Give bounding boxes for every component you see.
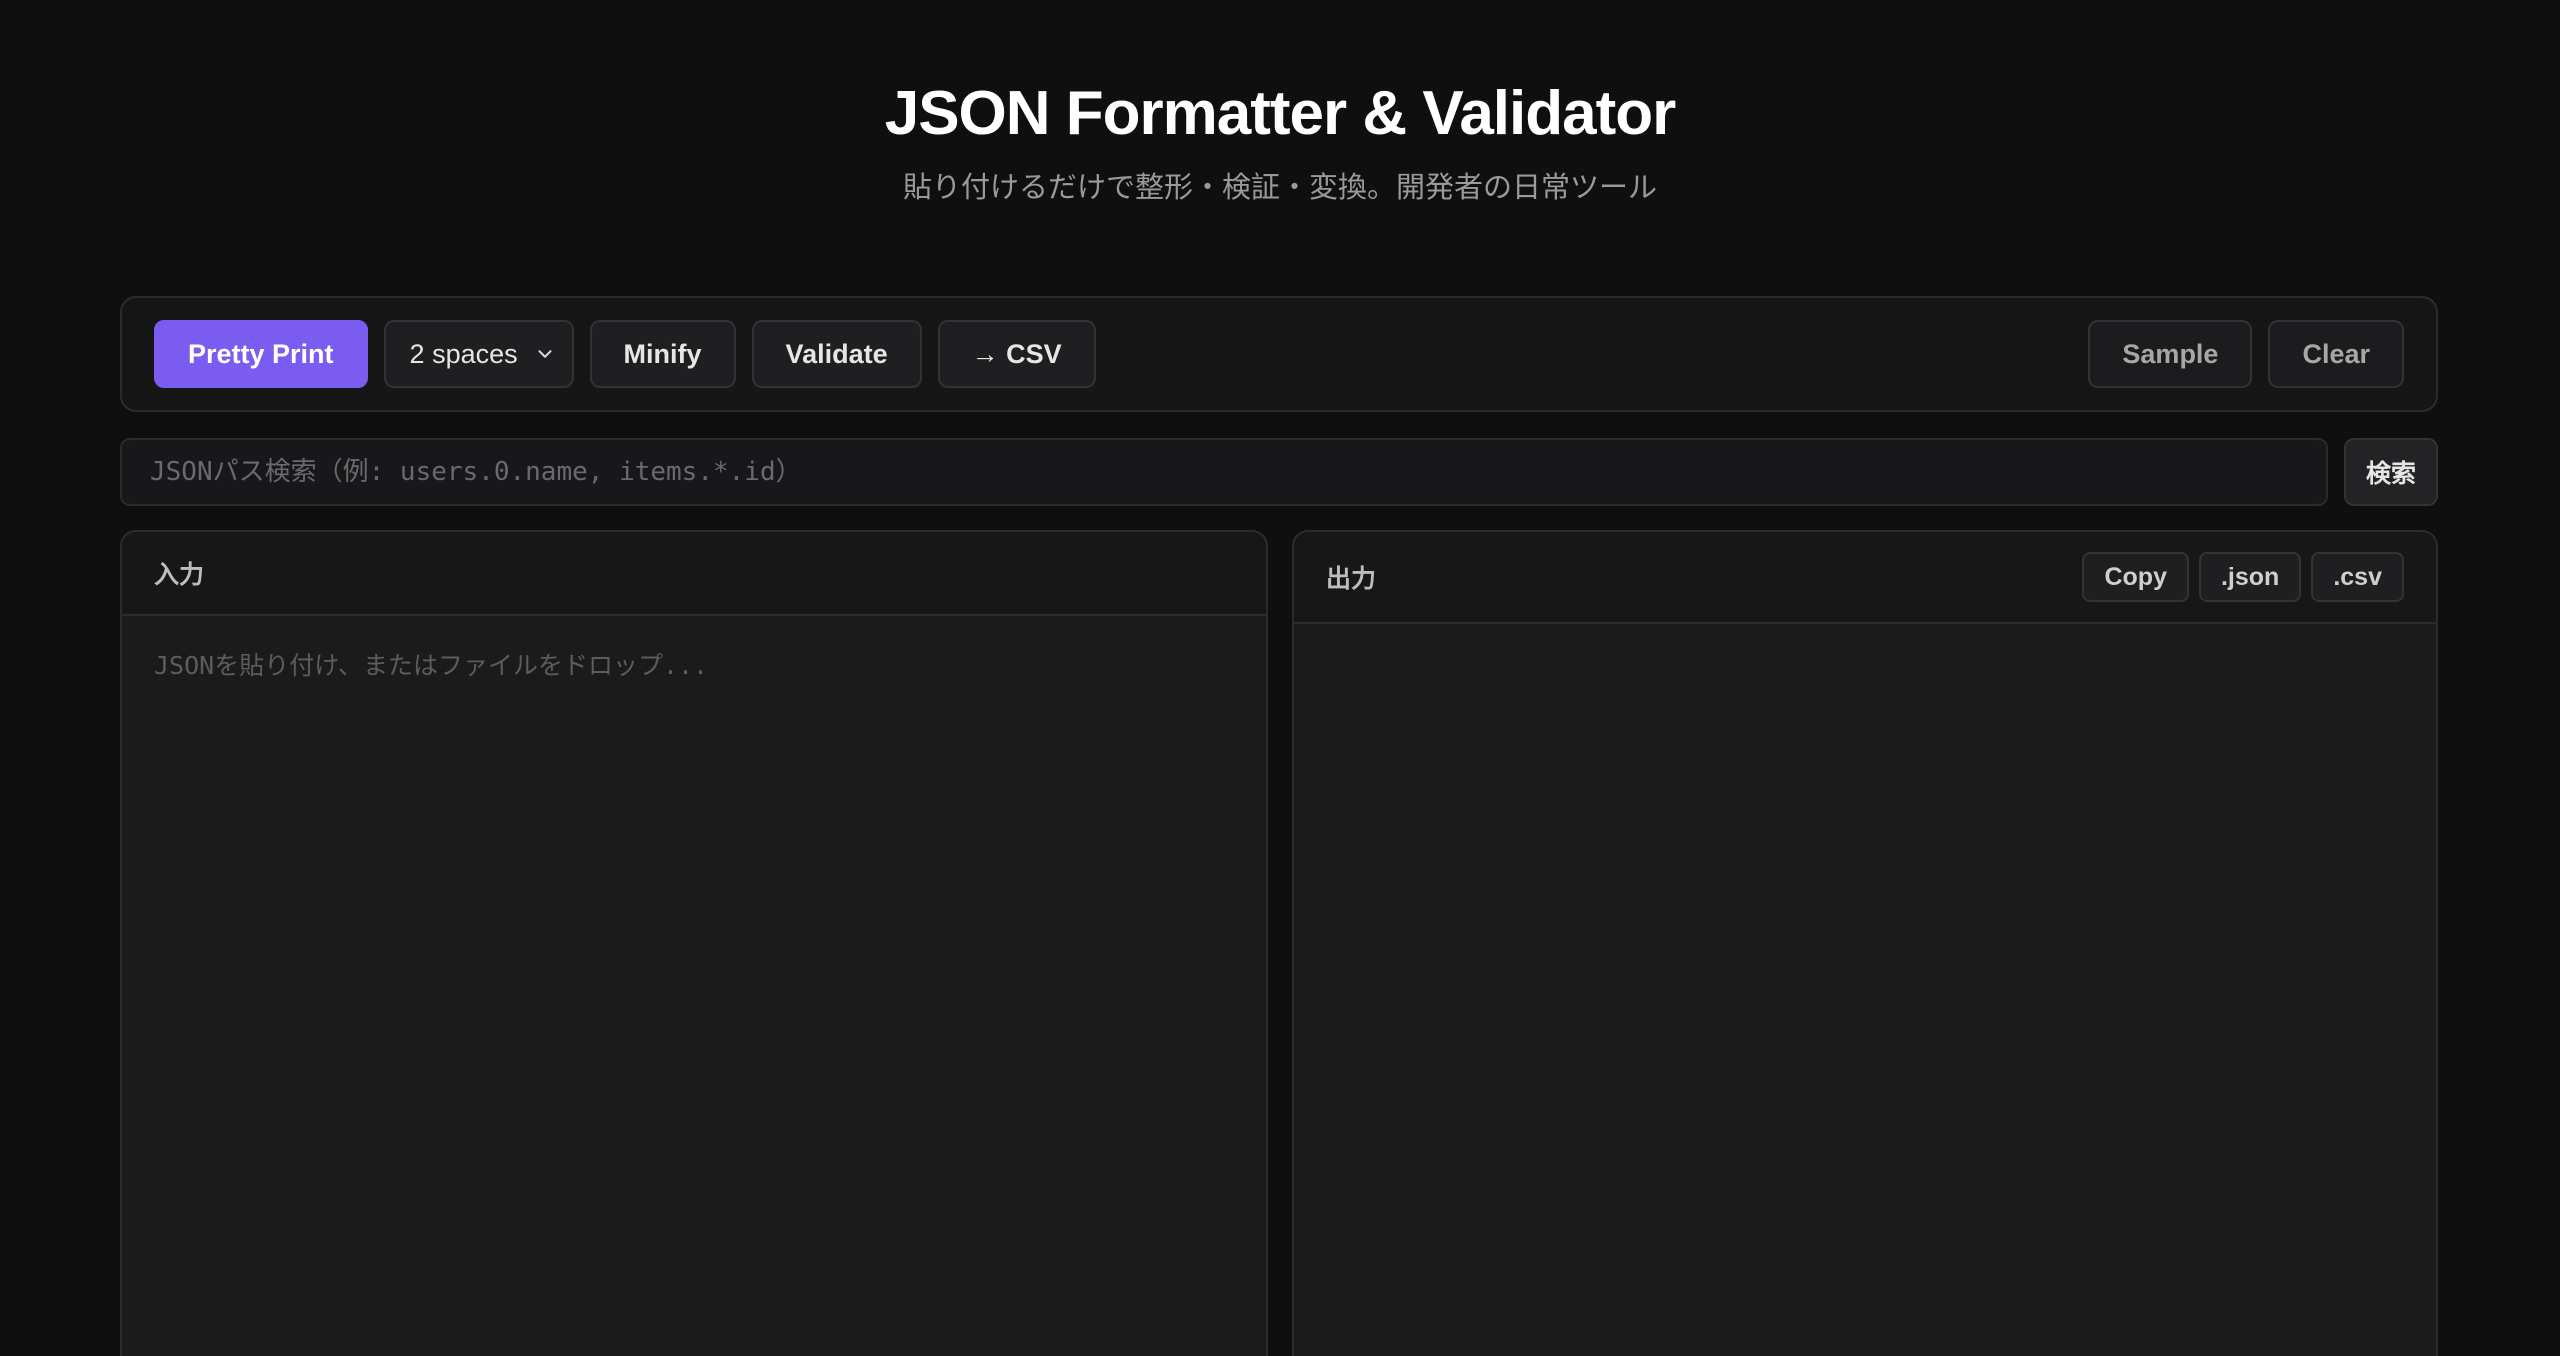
input-panel-label: 入力: [154, 561, 205, 589]
output-actions: Copy .json .csv: [2082, 552, 2404, 602]
page: JSON Formatter & Validator 貼り付けるだけで整形・検証…: [0, 0, 2560, 1356]
toolbar: Pretty Print 2 spaces Minify Validate → …: [120, 296, 2438, 412]
clear-button[interactable]: Clear: [2268, 320, 2404, 388]
toolbar-left-group: Pretty Print 2 spaces Minify Validate → …: [154, 320, 1096, 388]
indent-select-value: 2 spaces: [409, 338, 518, 369]
path-search-button[interactable]: 検索: [2344, 438, 2438, 506]
validate-button[interactable]: Validate: [751, 320, 922, 388]
header: JSON Formatter & Validator 貼り付けるだけで整形・検証…: [0, 0, 2560, 208]
pretty-print-button[interactable]: Pretty Print: [154, 320, 368, 388]
copy-button[interactable]: Copy: [2082, 552, 2189, 602]
minify-button[interactable]: Minify: [589, 320, 736, 388]
path-search-input[interactable]: [120, 438, 2328, 506]
toolbar-right-group: Sample Clear: [2088, 320, 2404, 388]
path-search-row: 検索: [120, 438, 2438, 506]
input-panel: 入力: [120, 530, 1268, 1356]
output-panel-label: 出力: [1326, 565, 1377, 593]
page-title: JSON Formatter & Validator: [884, 79, 1677, 148]
chevron-down-icon: [538, 350, 552, 358]
json-input-textarea[interactable]: [122, 616, 1266, 1356]
page-subtitle: 貼り付けるだけで整形・検証・変換。開発者の日常ツール: [902, 172, 1657, 204]
output-panel-header: 出力 Copy .json .csv: [1294, 532, 2436, 624]
json-output-area[interactable]: [1294, 624, 2436, 1356]
to-csv-button[interactable]: → CSV: [937, 320, 1096, 388]
sample-button[interactable]: Sample: [2088, 320, 2253, 388]
download-json-button[interactable]: .json: [2198, 552, 2302, 602]
download-csv-button[interactable]: .csv: [2311, 552, 2404, 602]
input-panel-header: 入力: [122, 532, 1266, 616]
output-panel: 出力 Copy .json .csv: [1292, 530, 2438, 1356]
indent-select[interactable]: 2 spaces: [383, 320, 574, 388]
